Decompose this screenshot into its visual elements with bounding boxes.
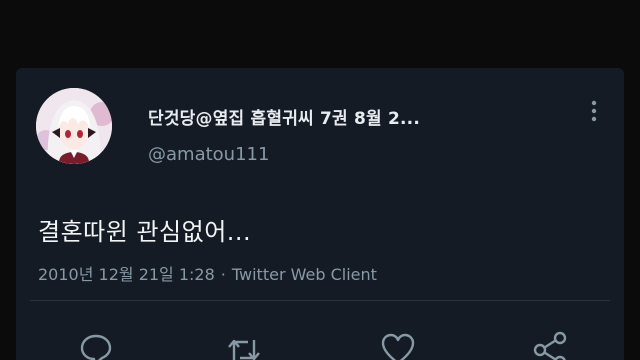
- meta-separator: ·: [220, 265, 226, 284]
- display-name[interactable]: 단것당@옆집 흡혈귀씨 7권 8월 2...: [148, 104, 420, 129]
- share-icon[interactable]: [530, 330, 570, 360]
- avatar[interactable]: [36, 88, 112, 164]
- screen: ⠀ 단것당@옆집 흡혈귀씨 7권 8월 2... @amatou111 결혼따윈…: [0, 0, 640, 360]
- tweet-timestamp[interactable]: 2010년 12월 21일 1:28: [38, 265, 215, 284]
- tweet-meta: 2010년 12월 21일 1:28 · Twitter Web Client: [38, 261, 377, 285]
- divider: [30, 300, 610, 301]
- tweet-text: 결혼따윈 관심없어...: [38, 218, 252, 246]
- more-vertical-icon[interactable]: [584, 98, 604, 124]
- background-artifact: ⠀: [436, 108, 453, 133]
- reply-icon[interactable]: [76, 330, 116, 360]
- tweet-card: ⠀ 단것당@옆집 흡혈귀씨 7권 8월 2... @amatou111 결혼따윈…: [16, 68, 624, 360]
- heart-icon[interactable]: [378, 330, 418, 360]
- tweet-client[interactable]: Twitter Web Client: [232, 265, 377, 284]
- retweet-icon[interactable]: [224, 330, 264, 360]
- avatar-image: [36, 88, 112, 164]
- user-handle[interactable]: @amatou111: [148, 144, 269, 165]
